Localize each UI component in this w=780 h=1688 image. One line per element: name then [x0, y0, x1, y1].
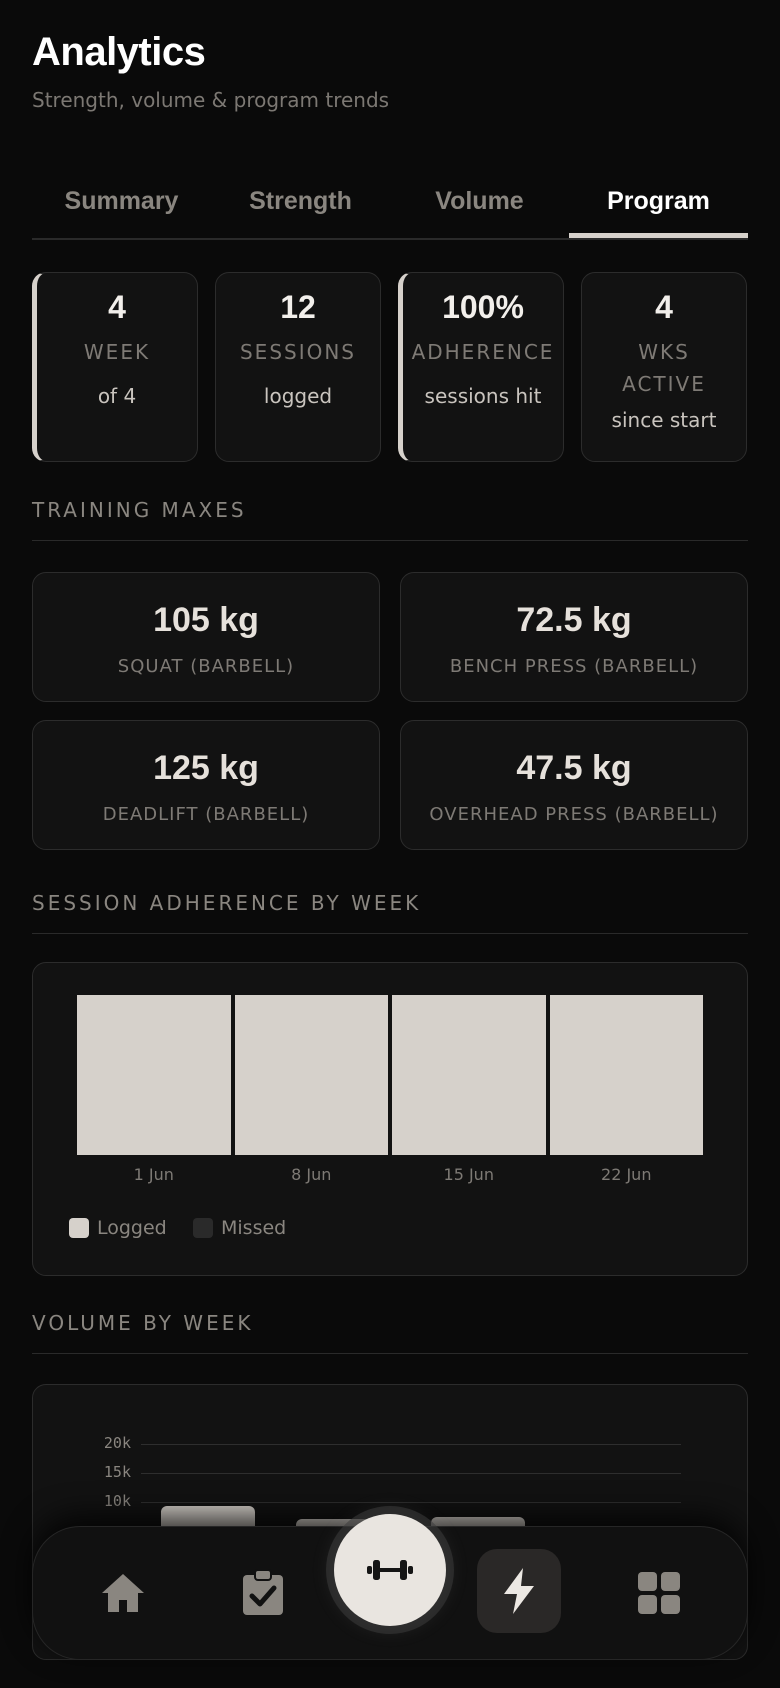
- legend-item-logged: Logged: [69, 1217, 167, 1239]
- nav-home[interactable]: [83, 1553, 163, 1633]
- legend-label: Logged: [97, 1217, 167, 1239]
- stat-value: 100%: [442, 289, 524, 325]
- stat-label: ADHERENCE: [411, 340, 555, 364]
- adherence-chart-card: 1 Jun 8 Jun 15 Jun 22 Jun Logged Missed: [32, 962, 748, 1276]
- training-max-card-deadlift: 125 kg DEADLIFT (BARBELL): [32, 720, 380, 850]
- training-max-value: 47.5 kg: [516, 749, 632, 787]
- x-tick-label: 15 Jun: [443, 1165, 494, 1184]
- tab-volume[interactable]: Volume: [390, 172, 569, 236]
- adherence-bar-logged: [234, 995, 388, 1155]
- section-heading-adherence: SESSION ADHERENCE BY WEEK: [32, 891, 748, 934]
- training-max-label: OVERHEAD PRESS (BARBELL): [429, 804, 719, 825]
- adherence-bar-logged: [392, 995, 546, 1155]
- training-max-label: SQUAT (BARBELL): [117, 656, 295, 677]
- gridline: [141, 1502, 681, 1503]
- training-max-card-squat: 105 kg SQUAT (BARBELL): [32, 572, 380, 702]
- legend-swatch-missed: [193, 1218, 213, 1238]
- grid-icon: [638, 1572, 680, 1614]
- training-max-value: 72.5 kg: [516, 601, 632, 639]
- stat-sub: since start: [611, 408, 717, 432]
- stat-value: 4: [655, 289, 673, 325]
- stat-card-week: 4 WEEK of 4: [32, 272, 198, 462]
- stat-value: 12: [280, 289, 316, 325]
- stat-sub: sessions hit: [424, 384, 542, 408]
- stat-label: WKS ACTIVE: [622, 340, 706, 396]
- gridline: [141, 1473, 681, 1474]
- tab-bar: Summary Strength Volume Program: [32, 172, 748, 240]
- tab-strength[interactable]: Strength: [211, 172, 390, 236]
- stat-card-weeks-active: 4 WKS ACTIVE since start: [581, 272, 747, 462]
- y-tick-label: 15k: [103, 1463, 131, 1481]
- stat-sub: of 4: [97, 384, 137, 408]
- page-title: Analytics: [32, 30, 206, 74]
- x-tick-label: 1 Jun: [133, 1165, 174, 1184]
- x-tick-label: 22 Jun: [601, 1165, 652, 1184]
- nav-activity[interactable]: [477, 1549, 561, 1633]
- stat-label: WEEK: [83, 340, 151, 364]
- stat-value: 4: [108, 289, 126, 325]
- adherence-bar-logged: [549, 995, 703, 1155]
- nav-workouts[interactable]: [223, 1553, 303, 1633]
- training-max-card-bench: 72.5 kg BENCH PRESS (BARBELL): [400, 572, 748, 702]
- y-tick-label: 20k: [103, 1434, 131, 1452]
- training-max-card-ohp: 47.5 kg OVERHEAD PRESS (BARBELL): [400, 720, 748, 850]
- gridline: [141, 1444, 681, 1445]
- training-max-label: DEADLIFT (BARBELL): [102, 804, 310, 825]
- stat-card-adherence: 100% ADHERENCE sessions hit: [398, 272, 564, 462]
- section-heading-volume: VOLUME BY WEEK: [32, 1311, 748, 1354]
- adherence-bar-logged: [77, 995, 231, 1155]
- training-max-label: BENCH PRESS (BARBELL): [449, 656, 699, 677]
- bolt-icon: [504, 1568, 534, 1614]
- legend-swatch-logged: [69, 1218, 89, 1238]
- dumbbell-icon: [367, 1560, 413, 1580]
- home-icon: [102, 1574, 144, 1612]
- stat-label: SESSIONS: [239, 340, 357, 364]
- page-subtitle: Strength, volume & program trends: [32, 88, 390, 112]
- training-max-value: 105 kg: [153, 601, 259, 639]
- clipboard-check-icon: [243, 1569, 283, 1615]
- stat-sub: logged: [263, 384, 333, 408]
- y-tick-label: 10k: [103, 1492, 131, 1510]
- training-max-value: 125 kg: [153, 749, 259, 787]
- start-workout-button[interactable]: [334, 1514, 446, 1626]
- stat-card-sessions: 12 SESSIONS logged: [215, 272, 381, 462]
- legend-label: Missed: [221, 1217, 287, 1239]
- nav-more[interactable]: [619, 1553, 699, 1633]
- tab-program[interactable]: Program: [569, 172, 748, 238]
- section-heading-training-maxes: TRAINING MAXES: [32, 498, 748, 541]
- tab-summary[interactable]: Summary: [32, 172, 211, 236]
- x-tick-label: 8 Jun: [291, 1165, 332, 1184]
- legend-item-missed: Missed: [193, 1217, 286, 1239]
